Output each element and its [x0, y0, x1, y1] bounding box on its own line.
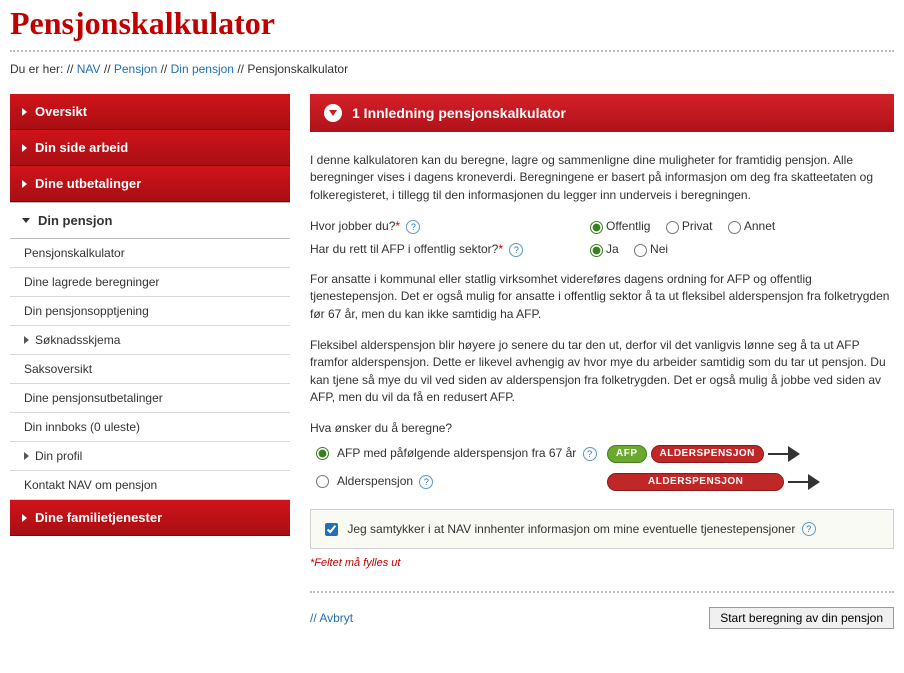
- help-icon[interactable]: ?: [583, 447, 597, 461]
- step-title: 1 Innledning pensjonskalkulator: [352, 105, 566, 121]
- step-arrow-icon: [324, 104, 342, 122]
- help-icon[interactable]: ?: [419, 475, 433, 489]
- arrow-icon: [788, 481, 808, 483]
- required-footnote: *Feltet må fylles ut: [310, 557, 894, 569]
- pill-alderspensjon: ALDERSPENSJON: [651, 445, 764, 463]
- chevron-right-icon: [22, 108, 27, 116]
- sidebar-item-saksoversikt[interactable]: Saksoversikt: [10, 355, 290, 384]
- cancel-link[interactable]: // Avbryt: [310, 611, 353, 625]
- breadcrumb-link-nav[interactable]: NAV: [77, 62, 101, 76]
- sidebar-item-innboks[interactable]: Din innboks (0 uleste): [10, 413, 290, 442]
- radio-ja[interactable]: Ja: [590, 242, 619, 256]
- radio-nei[interactable]: Nei: [634, 242, 668, 256]
- start-button[interactable]: Start beregning av din pensjon: [709, 607, 894, 629]
- divider-top: [10, 50, 894, 52]
- help-icon[interactable]: ?: [406, 220, 420, 234]
- breadcrumb-link-din-pensjon[interactable]: Din pensjon: [171, 62, 234, 76]
- chevron-right-icon: [22, 180, 27, 188]
- info-para-2: Fleksibel alderspensjon blir høyere jo s…: [310, 337, 894, 407]
- breadcrumb-prefix: Du er her:: [10, 62, 63, 76]
- sidebar-item-din-profil[interactable]: Din profil: [10, 442, 290, 471]
- pill-alderspensjon: ALDERSPENSJON: [607, 473, 784, 491]
- calc-option-alderspensjon[interactable]: Alderspensjon ? ALDERSPENSJON: [310, 473, 894, 491]
- breadcrumb-link-pensjon[interactable]: Pensjon: [114, 62, 157, 76]
- chevron-right-icon: [22, 514, 27, 522]
- calc-question: Hva ønsker du å beregne?: [310, 421, 894, 435]
- sidebar-item-kontakt-nav[interactable]: Kontakt NAV om pensjon: [10, 471, 290, 500]
- intro-text: I denne kalkulatoren kan du beregne, lag…: [310, 152, 894, 204]
- radio-afp[interactable]: [316, 447, 329, 460]
- sidebar-section-familietjenester[interactable]: Dine familietjenester: [10, 500, 290, 536]
- radio-annet[interactable]: Annet: [728, 219, 775, 233]
- help-icon[interactable]: ?: [802, 522, 816, 536]
- pill-afp: AFP: [607, 445, 647, 463]
- sidebar-item-pensjonskalkulator[interactable]: Pensjonskalkulator: [10, 239, 290, 268]
- radio-offentlig[interactable]: Offentlig: [590, 219, 650, 233]
- q1-radio-group: Offentlig Privat Annet: [590, 219, 787, 233]
- sidebar-item-lagrede-beregninger[interactable]: Dine lagrede beregninger: [10, 268, 290, 297]
- q2-radio-group: Ja Nei: [590, 242, 680, 256]
- page-title: Pensjonskalkulator: [10, 5, 894, 42]
- sidebar-section-din-side-arbeid[interactable]: Din side arbeid: [10, 130, 290, 166]
- sidebar-section-dine-utbetalinger[interactable]: Dine utbetalinger: [10, 166, 290, 202]
- q1-label: Hvor jobber du?* ?: [310, 219, 590, 234]
- info-para-1: For ansatte i kommunal eller statlig vir…: [310, 271, 894, 323]
- chevron-down-icon: [22, 218, 30, 223]
- arrow-icon: [768, 453, 788, 455]
- step-header: 1 Innledning pensjonskalkulator: [310, 94, 894, 132]
- divider-bottom: [310, 591, 894, 593]
- chevron-right-icon: [24, 336, 29, 344]
- radio-privat[interactable]: Privat: [666, 219, 713, 233]
- calc-option-afp[interactable]: AFP med påfølgende alderspensjon fra 67 …: [310, 445, 894, 463]
- radio-alderspensjon[interactable]: [316, 475, 329, 488]
- sidebar-section-oversikt[interactable]: Oversikt: [10, 94, 290, 130]
- sidebar: Oversikt Din side arbeid Dine utbetaling…: [10, 94, 290, 629]
- breadcrumb: Du er her: // NAV // Pensjon // Din pens…: [10, 62, 894, 76]
- help-icon[interactable]: ?: [509, 243, 523, 257]
- q2-label: Har du rett til AFP i offentlig sektor?*…: [310, 242, 590, 257]
- chevron-right-icon: [22, 144, 27, 152]
- sidebar-item-pensjonsopptjening[interactable]: Din pensjonsopptjening: [10, 297, 290, 326]
- sidebar-item-soknadsskjema[interactable]: Søknadsskjema: [10, 326, 290, 355]
- sidebar-section-din-pensjon[interactable]: Din pensjon: [10, 202, 290, 239]
- consent-checkbox[interactable]: [325, 523, 338, 536]
- chevron-right-icon: [24, 452, 29, 460]
- breadcrumb-current: Pensjonskalkulator: [247, 62, 348, 76]
- consent-label: Jeg samtykker i at NAV innhenter informa…: [347, 522, 795, 536]
- sidebar-item-pensjonsutbetalinger[interactable]: Dine pensjonsutbetalinger: [10, 384, 290, 413]
- consent-box: Jeg samtykker i at NAV innhenter informa…: [310, 509, 894, 550]
